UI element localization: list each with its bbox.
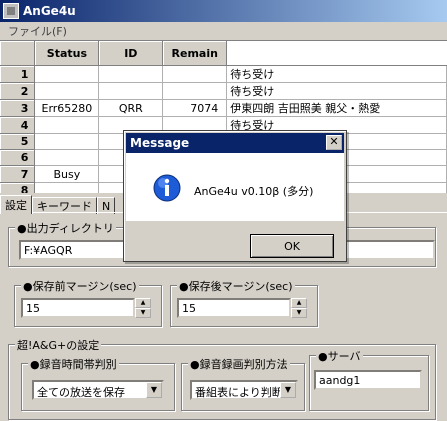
server-group: ●サーバ aandg1 [309,348,429,411]
menu-file[interactable]: ファイル(F) [8,23,67,39]
settings-tabs: 設定 キーワード N [0,195,116,214]
row-number[interactable]: 1 [0,65,36,83]
row-number[interactable]: 8 [0,182,36,193]
post-margin-label: ●保存後マージン(sec) [177,278,295,294]
pre-margin-spinner[interactable]: ▲ ▼ [135,298,151,318]
menu-bar: ファイル(F) [0,22,447,40]
chevron-down-icon[interactable]: ▼ [146,382,162,398]
cell-id[interactable] [98,82,164,100]
server-label: ●サーバ [316,348,363,364]
rec-method-value: 番組表により判断 [195,386,283,399]
row-number[interactable]: 3 [0,99,36,117]
spin-up-icon[interactable]: ▲ [291,298,307,308]
pre-margin-label: ●保存前マージン(sec) [21,278,139,294]
pre-margin-input[interactable]: 15 [21,298,135,318]
cell-remain[interactable]: 7074 [162,99,228,117]
row-number[interactable]: 6 [0,149,36,166]
rec-method-group: ●録音録画判別方法 番組表により判断 ▼ [181,356,305,411]
agplus-settings-group: 超!A&G+の設定 ●録音時間帯判別 全ての放送を保存 ▼ ●録音録画判別方法 … [8,337,436,420]
agplus-group-label: 超!A&G+の設定 [15,337,102,353]
time-judge-select[interactable]: 全ての放送を保存 ▼ [32,380,164,400]
cell-id[interactable] [98,65,164,83]
rec-method-label: ●録音録画判別方法 [188,356,290,372]
tab-settings[interactable]: 設定 [0,195,32,214]
pre-margin-group: ●保存前マージン(sec) 15 ▲ ▼ [14,278,162,327]
table-row[interactable]: 1 待ち受け [0,65,447,83]
ok-button[interactable]: OK [250,234,334,258]
cell-title[interactable]: 待ち受け [226,65,447,83]
grid-header-id[interactable]: ID [98,41,164,66]
cell-status[interactable] [34,133,100,150]
table-row[interactable]: 3 Err65280 QRR 7074 伊東四朗 吉田照美 親父・熱愛 [0,99,447,117]
post-margin-group: ●保存後マージン(sec) 15 ▲ ▼ [170,278,318,327]
rec-method-select[interactable]: 番組表により判断 ▼ [190,380,298,400]
cell-remain[interactable] [162,65,228,83]
row-number[interactable]: 7 [0,165,36,183]
cell-status[interactable] [34,149,100,166]
cell-status[interactable]: Err65280 [34,99,100,117]
grid-header-title[interactable] [226,41,447,66]
cell-status[interactable] [34,182,100,193]
grid-header-corner [0,41,36,66]
spin-down-icon[interactable]: ▼ [291,308,307,318]
table-row[interactable]: 2 待ち受け [0,82,447,100]
cell-status[interactable] [34,116,100,134]
grid-header-status[interactable]: Status [34,41,100,66]
window-title: AnGe4u [23,4,76,18]
close-icon[interactable]: ✕ [326,135,342,150]
cell-id[interactable]: QRR [98,99,164,117]
time-judge-label: ●録音時間帯判別 [28,356,119,372]
post-margin-input[interactable]: 15 [177,298,291,318]
server-input[interactable]: aandg1 [314,370,422,390]
window-titlebar[interactable]: AnGe4u [0,0,447,22]
app-icon [3,3,19,19]
spin-down-icon[interactable]: ▼ [135,308,151,318]
cell-status[interactable] [34,65,100,83]
cell-title[interactable]: 伊東四朗 吉田照美 親父・熱愛 [226,99,447,117]
cell-title[interactable]: 待ち受け [226,82,447,100]
cell-remain[interactable] [162,82,228,100]
time-judge-value: 全ての放送を保存 [37,386,125,399]
row-number[interactable]: 5 [0,133,36,150]
dialog-body: AnGe4u v0.10β (多分) [126,153,344,221]
cell-status[interactable]: Busy [34,165,100,183]
output-dir-label: ●出力ディレクトリ [15,220,116,236]
dialog-titlebar[interactable]: Message ✕ [126,133,344,153]
dialog-title: Message [130,136,190,150]
row-number[interactable]: 2 [0,82,36,100]
grid-header-remain[interactable]: Remain [162,41,228,66]
info-icon [153,174,181,202]
chevron-down-icon[interactable]: ▼ [280,382,296,398]
message-dialog: Message ✕ AnGe4u v0.10β (多分) OK [123,130,347,262]
row-number[interactable]: 4 [0,116,36,134]
dialog-message: AnGe4u v0.10β (多分) [194,185,314,198]
post-margin-spinner[interactable]: ▲ ▼ [291,298,307,318]
time-judge-group: ●録音時間帯判別 全ての放送を保存 ▼ [21,356,175,411]
spin-up-icon[interactable]: ▲ [135,298,151,308]
cell-status[interactable] [34,82,100,100]
